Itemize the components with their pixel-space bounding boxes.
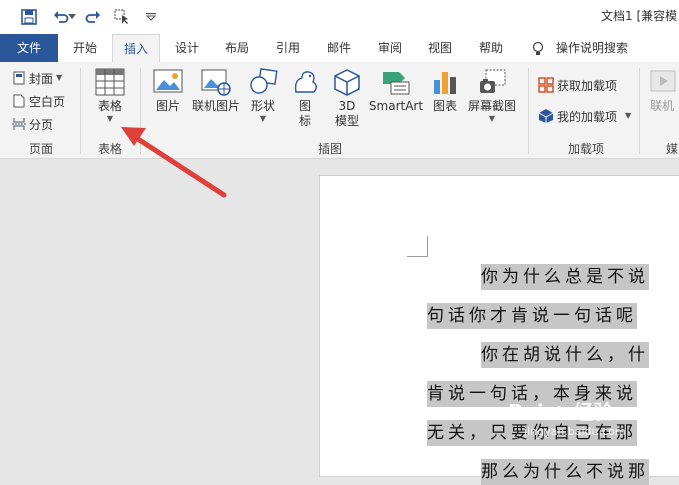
paw-icon — [551, 406, 566, 419]
annotation-arrow — [121, 127, 227, 198]
watermark-logo: Bai 经验 — [508, 400, 614, 424]
watermark-url: jingyan.baidu.com — [524, 425, 626, 438]
document-line[interactable]: 那么为什么不说那 — [481, 459, 649, 485]
